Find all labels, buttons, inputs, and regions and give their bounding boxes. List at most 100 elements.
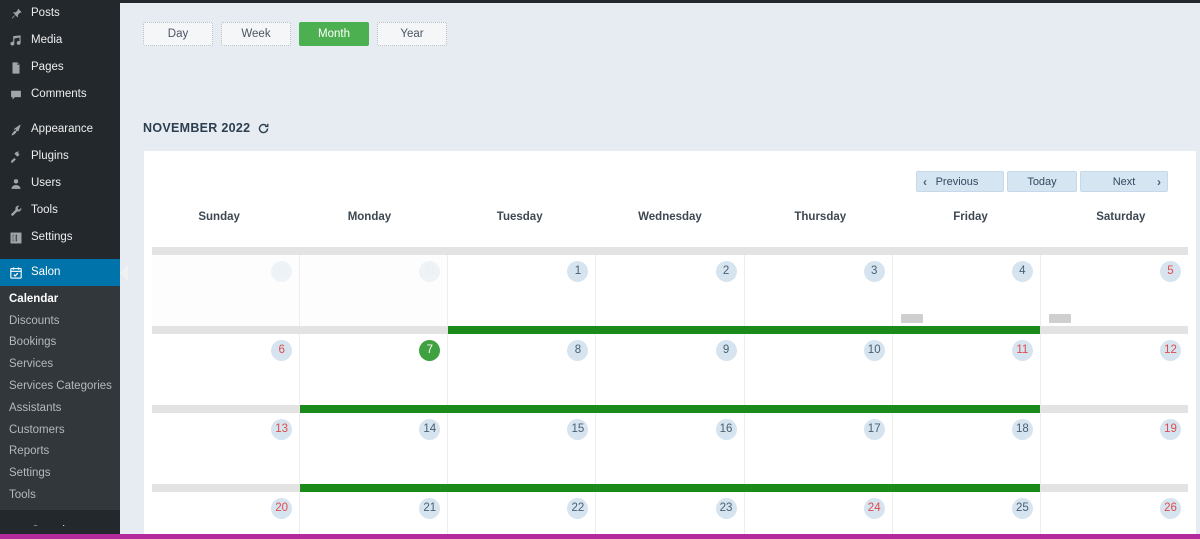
sidebar-item-comments[interactable]: Comments: [0, 81, 120, 108]
calendar-day-cell[interactable]: 10: [743, 334, 892, 405]
availability-segment-empty: [152, 326, 300, 334]
day-number: 18: [1011, 419, 1033, 440]
calendar-day-cell[interactable]: 14: [299, 413, 448, 484]
calendar-day-cell[interactable]: 18: [891, 413, 1040, 484]
sidebar-item-plugins[interactable]: Plugins: [0, 143, 120, 170]
submenu-item-customers[interactable]: Customers: [0, 419, 120, 441]
day-number: 26: [1159, 498, 1181, 519]
calendar-day-cell[interactable]: 20: [152, 492, 300, 539]
submenu-item-tools[interactable]: Tools: [0, 484, 120, 506]
weekday-monday: Monday: [347, 211, 392, 223]
view-btn-day[interactable]: Day: [143, 22, 213, 46]
calendar-day-cell[interactable]: 11: [891, 334, 1040, 405]
calendar-day-cell[interactable]: 31: [299, 255, 448, 326]
view-btn-week[interactable]: Week: [221, 22, 291, 46]
today-button[interactable]: Today: [1007, 171, 1077, 192]
sidebar-separator: [0, 108, 120, 116]
day-number: 8: [567, 340, 589, 361]
submenu-item-services-categories[interactable]: Services Categories: [0, 375, 120, 397]
sidebar-item-posts[interactable]: Posts: [0, 0, 120, 27]
submenu-item-discounts[interactable]: Discounts: [0, 310, 120, 332]
next-button[interactable]: Next ›: [1080, 171, 1168, 192]
day-event-badge[interactable]: [900, 314, 923, 323]
day-number: 31: [419, 261, 441, 282]
brush-icon: [7, 122, 25, 138]
calendar-day-cell[interactable]: 19: [1039, 413, 1188, 484]
sidebar-separator: [0, 510, 120, 518]
view-btn-month[interactable]: Month: [299, 22, 369, 46]
availability-segment-active: [744, 326, 892, 334]
calendar-day-cell[interactable]: 9: [595, 334, 744, 405]
calendar-day-cell[interactable]: 25: [891, 492, 1040, 539]
sidebar-item-pages[interactable]: Pages: [0, 54, 120, 81]
submenu-item-assistants[interactable]: Assistants: [0, 397, 120, 419]
sidebar-separator: [0, 251, 120, 259]
sidebar-item-settings[interactable]: Settings: [0, 224, 120, 251]
calendar-day-cell[interactable]: 7: [299, 334, 448, 405]
calendar-week-row: 30 31 1 2 3 4 5: [152, 247, 1188, 326]
availability-segment-empty: [1040, 326, 1188, 334]
submenu-item-bookings[interactable]: Bookings: [0, 332, 120, 354]
day-number: 12: [1159, 340, 1181, 361]
sidebar-item-label: Comments: [31, 87, 87, 100]
calendar-day-cell[interactable]: 21: [299, 492, 448, 539]
day-number: 20: [271, 498, 293, 519]
sidebar-item-appearance[interactable]: Appearance: [0, 116, 120, 143]
calendar-day-cell[interactable]: 4: [891, 255, 1040, 326]
calendar-day-cell[interactable]: 30: [152, 255, 300, 326]
day-number: 2: [715, 261, 737, 282]
view-btn-year[interactable]: Year: [377, 22, 447, 46]
calendar-day-cell[interactable]: 15: [447, 413, 596, 484]
availability-segment-active: [300, 484, 448, 492]
calendar-day-cell[interactable]: 12: [1039, 334, 1188, 405]
sidebar-group-content: Posts Media Pages Comments: [0, 0, 120, 108]
calendar-day-cell[interactable]: 8: [447, 334, 596, 405]
calendar-day-cell[interactable]: 2: [595, 255, 744, 326]
sidebar-item-label: Appearance: [31, 122, 94, 135]
day-number: 9: [715, 340, 737, 361]
calendar-day-cell[interactable]: 5: [1039, 255, 1188, 326]
submenu-item-services[interactable]: Services: [0, 353, 120, 375]
submenu-item-calendar[interactable]: Calendar: [0, 288, 120, 310]
weekday-wednesday: Wednesday: [638, 211, 702, 223]
previous-button[interactable]: ‹ Previous: [916, 171, 1004, 192]
day-number: 30: [271, 261, 293, 282]
calendar-day-cell[interactable]: 16: [595, 413, 744, 484]
user-icon: [7, 176, 25, 192]
day-event-badge[interactable]: [1048, 314, 1071, 323]
availability-segment-empty: [1040, 484, 1188, 492]
refresh-icon[interactable]: [257, 122, 270, 135]
sidebar-item-salon[interactable]: Salon: [0, 259, 128, 286]
day-number: 19: [1159, 419, 1181, 440]
calendar-day-cell[interactable]: 6: [152, 334, 300, 405]
submenu-label: Discounts: [9, 314, 60, 327]
calendar-day-cell[interactable]: 13: [152, 413, 300, 484]
chevron-left-icon: ‹: [923, 174, 927, 189]
week-cells: 20 21 22 23 24 25 26: [152, 492, 1188, 539]
calendar-week-row: 13 14 15 16 17 18 19: [152, 405, 1188, 484]
calendar-day-cell[interactable]: 22: [447, 492, 596, 539]
day-number: 5: [1159, 261, 1181, 282]
page-title: NOVEMBER 2022: [143, 121, 251, 135]
availability-segment-active: [448, 326, 596, 334]
submenu-item-reports[interactable]: Reports: [0, 441, 120, 463]
submenu-item-settings[interactable]: Settings: [0, 462, 120, 484]
page-icon: [7, 60, 25, 76]
calendar-day-cell[interactable]: 24: [743, 492, 892, 539]
day-number: 11: [1011, 340, 1033, 361]
sidebar-item-users[interactable]: Users: [0, 170, 120, 197]
sidebar-item-media[interactable]: Media: [0, 27, 120, 54]
chevron-right-icon: ›: [1157, 174, 1161, 189]
calendar-day-cell[interactable]: 17: [743, 413, 892, 484]
calendar-icon: [7, 265, 25, 281]
submenu-label: Reports: [9, 445, 50, 458]
day-number: 7: [419, 340, 441, 361]
calendar-day-cell[interactable]: 26: [1039, 492, 1188, 539]
calendar-day-cell[interactable]: 23: [595, 492, 744, 539]
app-root: Posts Media Pages Comments Appearance Pl…: [0, 0, 1200, 539]
week-availability-bar: [152, 326, 1188, 334]
sidebar-item-tools[interactable]: Tools: [0, 197, 120, 224]
sidebar-group-admin: Appearance Plugins Users Tools Settings: [0, 116, 120, 251]
calendar-day-cell[interactable]: 1: [447, 255, 596, 326]
calendar-day-cell[interactable]: 3: [743, 255, 892, 326]
